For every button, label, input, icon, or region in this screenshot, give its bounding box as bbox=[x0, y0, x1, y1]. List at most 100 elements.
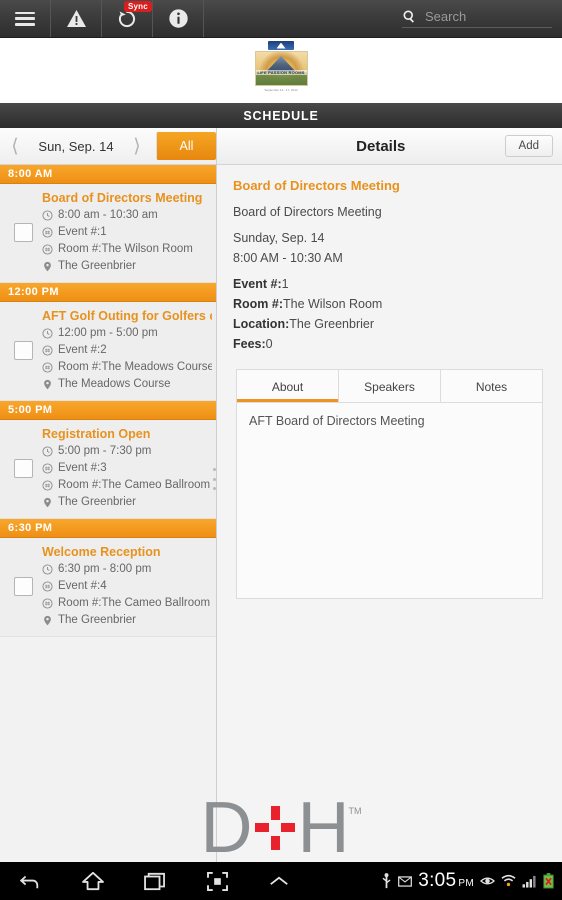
cell-signal-icon bbox=[522, 875, 536, 888]
event-checkbox-cell[interactable] bbox=[4, 544, 42, 629]
schedule-groups: 8:00 AM Board of Directors Meeting 8:00 am… bbox=[0, 165, 216, 637]
event-number-line: Event #:2 bbox=[42, 342, 212, 359]
recents-button[interactable] bbox=[124, 872, 186, 891]
event-checkbox-cell[interactable] bbox=[4, 190, 42, 275]
detail-event-subtitle: Board of Directors Meeting bbox=[233, 205, 382, 219]
event-time-line: 5:00 pm - 7:30 pm bbox=[42, 443, 212, 460]
tab-notes[interactable]: Notes bbox=[441, 370, 542, 402]
search-placeholder: Search bbox=[425, 9, 467, 24]
smart-stay-eye-icon bbox=[480, 877, 495, 885]
event-number: Event #:1 bbox=[58, 226, 107, 238]
event-checkbox-cell[interactable] bbox=[4, 308, 42, 393]
back-button[interactable] bbox=[0, 872, 62, 890]
dh-logo: D H TM bbox=[201, 792, 362, 864]
detail-fees-label: Fees: bbox=[233, 337, 266, 351]
event-title: AFT Golf Outing for Golfers of Eve bbox=[42, 309, 212, 323]
event-room: Room #:The Cameo Ballroom bbox=[58, 597, 211, 609]
event-checkbox[interactable] bbox=[13, 577, 33, 596]
details-tabs: About Speakers Notes bbox=[236, 369, 543, 402]
event-number: Event #:3 bbox=[58, 462, 107, 474]
next-day-button[interactable]: ⟩ bbox=[122, 137, 152, 156]
screenshot-capture-icon bbox=[206, 871, 228, 891]
detail-fees: Fees:0 bbox=[233, 334, 546, 354]
logo-line1: LIFE PASSION ROOMS bbox=[257, 70, 305, 76]
event-number-line: Event #:3 bbox=[42, 460, 212, 477]
event-location-line: The Meadows Course bbox=[42, 376, 212, 393]
tab-about[interactable]: About bbox=[237, 370, 339, 402]
add-button[interactable]: Add bbox=[504, 135, 553, 157]
screenshot-button[interactable] bbox=[186, 871, 248, 891]
event-checkbox-cell[interactable] bbox=[4, 426, 42, 511]
event-body: Welcome Reception 6:30 pm - 8:00 pm Event … bbox=[42, 544, 212, 629]
event-number: Event #:4 bbox=[58, 580, 107, 592]
detail-event-title: Board of Directors Meeting bbox=[233, 178, 400, 193]
event-time: 12:00 pm - 5:00 pm bbox=[58, 327, 158, 339]
event-body: Registration Open 5:00 pm - 7:30 pm Event … bbox=[42, 426, 212, 511]
back-arrow-icon bbox=[20, 875, 39, 889]
event-checkbox[interactable] bbox=[13, 223, 33, 242]
event-logo: LIFE PASSION ROOMS September 14 - 17, 20… bbox=[253, 40, 310, 101]
event-number-icon bbox=[42, 227, 53, 238]
event-room-line: Room #:The Cameo Ballroom bbox=[42, 477, 212, 494]
details-header: Details Add bbox=[217, 128, 562, 165]
tab-panel-about: AFT Board of Directors Meeting bbox=[236, 402, 543, 599]
expand-statusbar-button[interactable] bbox=[248, 875, 310, 887]
logo-caption: September 14 - 17, 2014 bbox=[264, 87, 298, 92]
status-icons: 3:05 PM bbox=[381, 870, 562, 892]
search-input[interactable]: Search bbox=[402, 9, 552, 28]
event-time-line: 6:30 pm - 8:00 pm bbox=[42, 561, 212, 578]
details-body: Board of Directors Meeting Board of Dire… bbox=[217, 165, 562, 599]
details-title: Details bbox=[356, 137, 406, 155]
clock-icon bbox=[42, 210, 53, 221]
logo-mountain-image: LIFE PASSION ROOMS bbox=[254, 50, 308, 86]
sync-button[interactable]: Sync bbox=[102, 0, 153, 37]
detail-date: Sunday, Sep. 14 bbox=[233, 231, 325, 245]
warning-triangle-icon bbox=[66, 10, 86, 27]
home-button[interactable] bbox=[62, 871, 124, 891]
alerts-button[interactable] bbox=[51, 0, 102, 37]
event-checkbox[interactable] bbox=[13, 341, 33, 360]
logo-crest-icon bbox=[268, 40, 294, 50]
all-filter-button[interactable]: All bbox=[156, 132, 216, 160]
dh-watermark: D H TM bbox=[0, 792, 562, 864]
event-body: Board of Directors Meeting 8:00 am - 10:3… bbox=[42, 190, 212, 275]
event-number-line: Event #:4 bbox=[42, 578, 212, 595]
prev-day-button[interactable]: ⟨ bbox=[0, 137, 30, 156]
status-clock: 3:05 PM bbox=[418, 870, 474, 891]
event-number-icon bbox=[42, 598, 53, 609]
event-title: Board of Directors Meeting bbox=[42, 191, 203, 205]
schedule-list-item[interactable]: Registration Open 5:00 pm - 7:30 pm Event … bbox=[0, 420, 216, 519]
event-number-icon bbox=[42, 463, 53, 474]
dh-trademark: TM bbox=[348, 806, 362, 816]
detail-event-number-label: Event #: bbox=[233, 277, 282, 291]
event-body: AFT Golf Outing for Golfers of Eve 12:00 … bbox=[42, 308, 212, 393]
current-date-label: Sun, Sep. 14 bbox=[38, 138, 114, 154]
schedule-list-item[interactable]: Board of Directors Meeting 8:00 am - 10:3… bbox=[0, 184, 216, 283]
detail-room: Room #:The Wilson Room bbox=[233, 294, 546, 314]
detail-event-number-value: 1 bbox=[281, 277, 289, 291]
recent-apps-icon bbox=[144, 872, 165, 890]
detail-time: 8:00 AM - 10:30 AM bbox=[233, 251, 343, 265]
schedule-list-item[interactable]: Welcome Reception 6:30 pm - 8:00 pm Event … bbox=[0, 538, 216, 637]
date-navigation: ⟨ Sun, Sep. 14 ⟩ All bbox=[0, 128, 216, 165]
page-title: SCHEDULE bbox=[0, 103, 562, 128]
event-location: The Greenbrier bbox=[58, 260, 136, 272]
info-button[interactable] bbox=[153, 0, 204, 37]
event-time: 6:30 pm - 8:00 pm bbox=[58, 563, 152, 575]
schedule-list-item[interactable]: AFT Golf Outing for Golfers of Eve 12:00 … bbox=[0, 302, 216, 401]
event-number-icon bbox=[42, 244, 53, 255]
event-number-line: Event #:1 bbox=[42, 224, 212, 241]
tab-speakers[interactable]: Speakers bbox=[339, 370, 441, 402]
location-pin-icon bbox=[44, 379, 51, 390]
event-number-icon bbox=[42, 581, 53, 592]
menu-button[interactable] bbox=[0, 0, 51, 37]
time-group-header: 6:30 PM bbox=[0, 519, 216, 538]
logo-band: LIFE PASSION ROOMS September 14 - 17, 20… bbox=[0, 38, 562, 103]
event-location: The Meadows Course bbox=[58, 378, 171, 390]
location-pin-icon bbox=[44, 497, 51, 508]
event-room: Room #:The Cameo Ballroom bbox=[58, 479, 211, 491]
location-pin-icon bbox=[44, 261, 51, 272]
detail-location-label: Location: bbox=[233, 317, 290, 331]
event-checkbox[interactable] bbox=[13, 459, 33, 478]
hamburger-menu-icon bbox=[15, 11, 35, 26]
